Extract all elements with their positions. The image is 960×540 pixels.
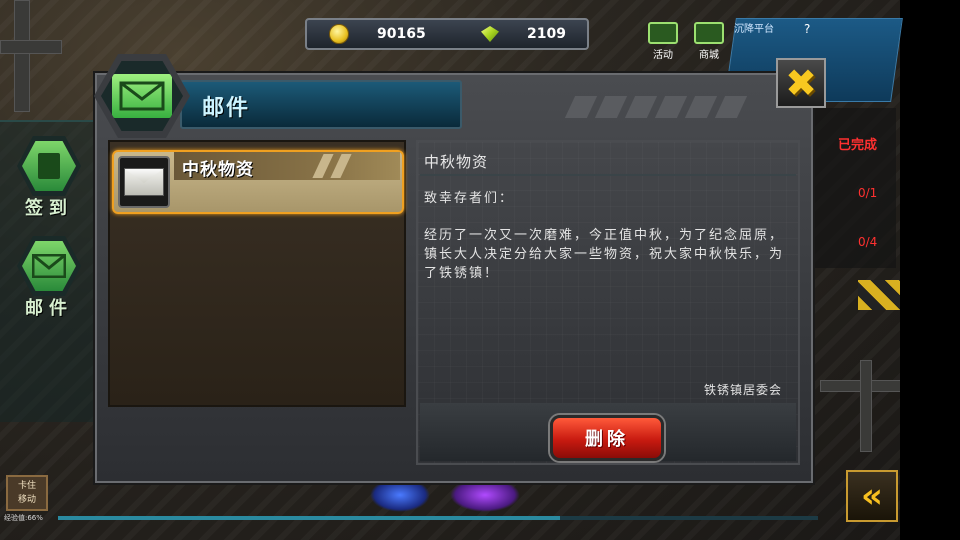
character-effects [370, 478, 530, 514]
minimap-location-label: 沉降平台 [734, 24, 774, 35]
quest-count-2: 0/4 [858, 235, 878, 249]
quest-count-1: 0/1 [858, 186, 878, 200]
gem-icon [481, 26, 499, 42]
mail-signature: 铁锈镇居委会 [704, 383, 783, 397]
dialog-title: 邮件 [202, 96, 251, 121]
mail-header-envelope-icon [112, 74, 172, 118]
experience-progress-fill [58, 516, 560, 520]
delete-button-label: 删除 [585, 429, 629, 450]
mail-content-title: 中秋物资 [424, 153, 489, 171]
background-pipe [14, 0, 30, 112]
close-button[interactable]: ✖ [776, 58, 826, 108]
shop-label: 商城 [699, 50, 719, 61]
delete-button[interactable]: 删除 [550, 415, 664, 461]
close-icon: ✖ [785, 61, 817, 105]
mail-content-divider [420, 174, 796, 176]
checkin-label: 签到 [25, 198, 73, 219]
character-purple [450, 478, 520, 512]
envelope-flap [125, 169, 163, 183]
mail-greeting: 致幸存者们： [424, 191, 515, 206]
lock-move-label-1: 卡住 [17, 481, 36, 491]
gift-icon [648, 22, 678, 44]
mail-side-hex-frame [17, 236, 81, 296]
cart-icon [694, 22, 724, 44]
checkin-button[interactable]: 签到 [8, 136, 90, 220]
mail-item-icon-frame [118, 156, 170, 208]
background-pipe [860, 360, 872, 452]
checkin-icon [22, 141, 76, 191]
mail-side-label: 邮件 [25, 298, 73, 319]
mail-body: 经历了一次又一次磨难，今正值中秋，为了纪念屈原，镇长大人决定分给大家一些物资，祝… [424, 228, 785, 281]
envelope-icon [22, 241, 76, 291]
double-chevron-left-icon: « [861, 476, 883, 516]
shop-button[interactable]: 商城 [692, 22, 726, 61]
lock-move-label-2: 移动 [17, 495, 36, 505]
gold-amount: 90165 [377, 26, 426, 42]
checkin-hex-frame [17, 136, 81, 196]
character-blue [370, 478, 430, 512]
mail-header-badge-inner [101, 61, 183, 131]
activity-button[interactable]: 活动 [646, 22, 680, 61]
gold-coin-icon [329, 24, 349, 44]
mail-side-button[interactable]: 邮件 [8, 236, 90, 320]
quest-status-done: 已完成 [838, 138, 878, 153]
minimap-help-icon[interactable]: ? [804, 22, 810, 36]
currency-bar: 90165 2109 [305, 18, 589, 50]
activity-label: 活动 [653, 50, 673, 61]
letterbox-right [900, 0, 960, 540]
background-pipe [0, 40, 62, 54]
collapse-button[interactable]: « [846, 470, 898, 522]
experience-text: 经验值:66% [4, 514, 43, 522]
gem-amount: 2109 [527, 26, 566, 42]
quest-panel[interactable] [808, 108, 896, 268]
mail-item-title: 中秋物资 [182, 160, 254, 180]
lock-move-button[interactable]: 卡住 移动 [6, 475, 48, 511]
envelope-icon [124, 168, 164, 196]
background-hazard-stripe [858, 280, 900, 310]
